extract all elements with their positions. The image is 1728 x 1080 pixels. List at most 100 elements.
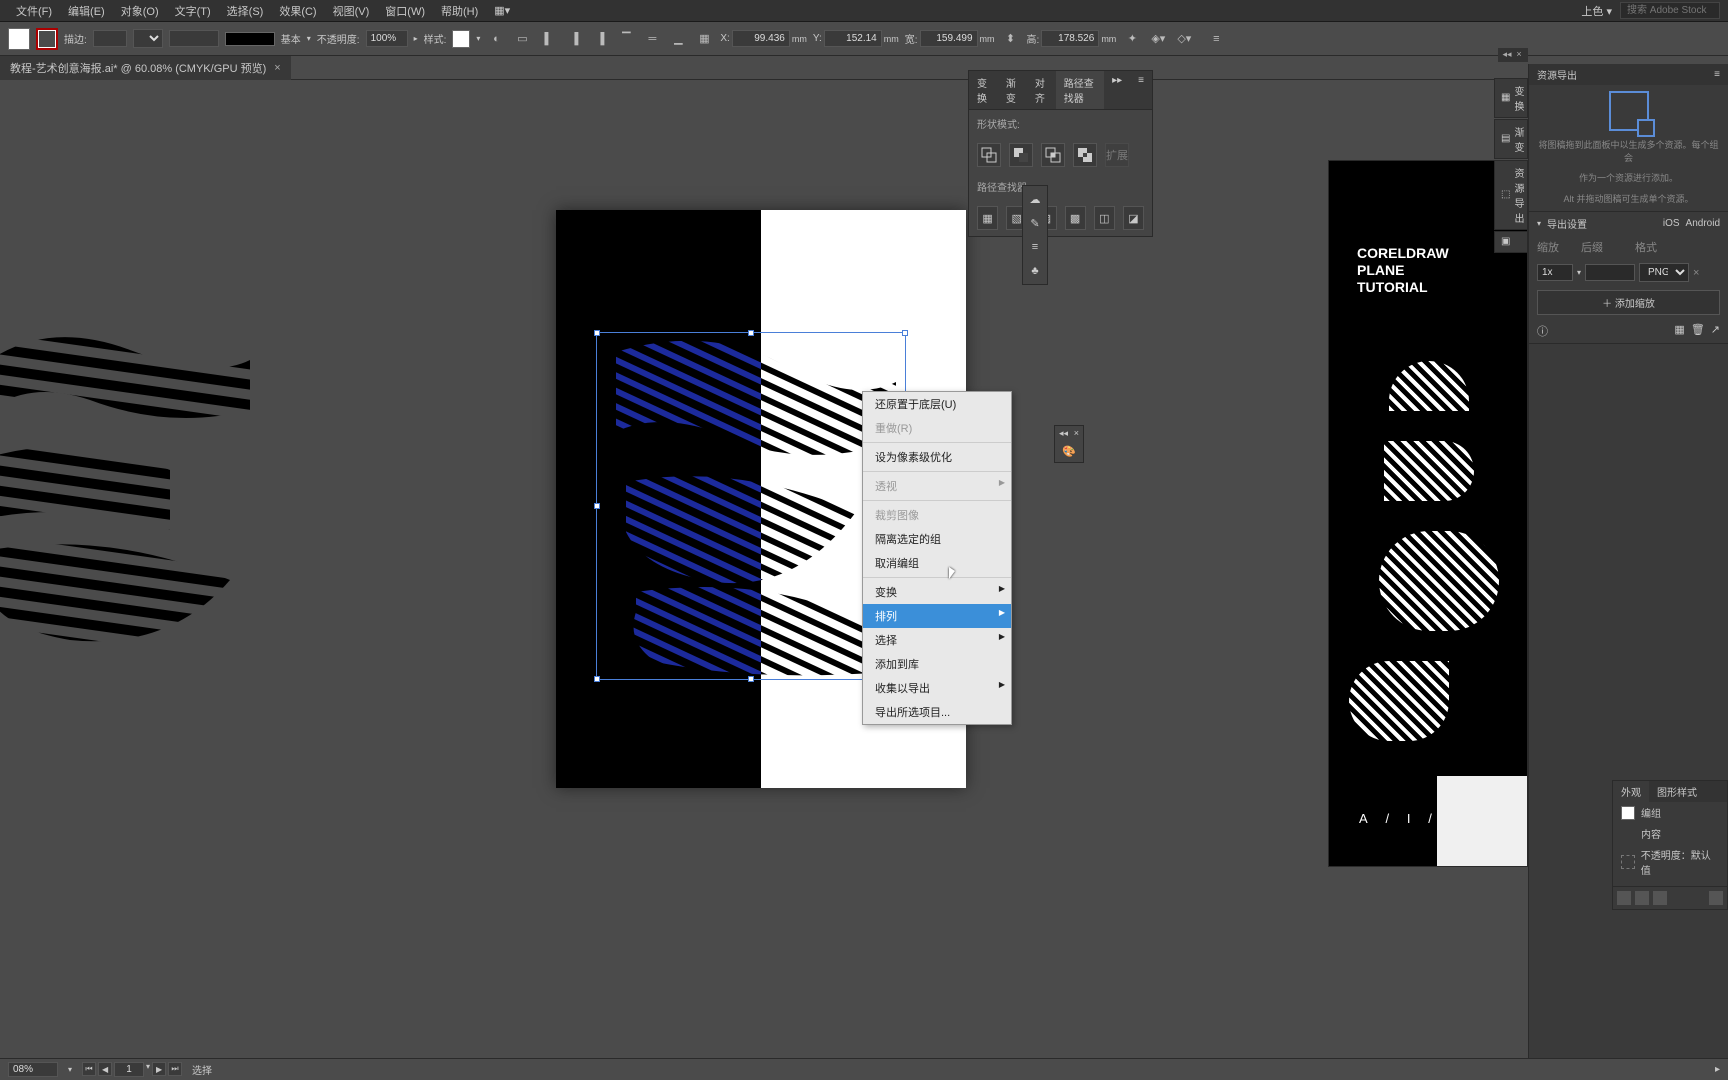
- stroke-swatch[interactable]: [36, 28, 58, 50]
- cm-transform[interactable]: 变换: [863, 580, 1011, 604]
- es-scale-input[interactable]: [1537, 264, 1573, 281]
- pf-tab-pathfinder[interactable]: 路径查找器: [1056, 71, 1104, 109]
- clover-icon[interactable]: ♣: [1026, 262, 1044, 280]
- extra-icon[interactable]: ◇▾: [1174, 29, 1194, 49]
- menu-window[interactable]: 窗口(W): [377, 1, 433, 21]
- pf-unite-icon[interactable]: [977, 143, 1001, 167]
- fill-swatch[interactable]: [8, 28, 30, 50]
- selection-handle-s[interactable]: [748, 676, 754, 682]
- variable-width-input[interactable]: [169, 30, 219, 47]
- add-scale-button[interactable]: ＋ 添加缩放: [1537, 290, 1720, 315]
- y-input[interactable]: [824, 30, 882, 47]
- document-tab-close-icon[interactable]: ×: [274, 62, 280, 74]
- align-top-icon[interactable]: ▔: [616, 29, 636, 49]
- align-bottom-icon[interactable]: ▁: [668, 29, 688, 49]
- cm-select[interactable]: 选择: [863, 628, 1011, 652]
- menu-edit[interactable]: 编辑(E): [60, 1, 113, 21]
- list-icon[interactable]: ≡: [1026, 238, 1044, 256]
- align-left-icon[interactable]: ▌: [538, 29, 558, 49]
- es-grid-icon[interactable]: ▦: [1674, 323, 1684, 339]
- collapsed-tab-transform[interactable]: ▦变换: [1494, 78, 1528, 118]
- pf-tab-gradient[interactable]: 渐变: [998, 71, 1027, 109]
- es-suffix-input[interactable]: [1585, 264, 1635, 281]
- ap-effect-icon[interactable]: [1653, 891, 1667, 905]
- status-scroll-arrow-icon[interactable]: ▸: [1715, 1064, 1720, 1075]
- pf-tab-align[interactable]: 对齐: [1027, 71, 1056, 109]
- es-remove-row-icon[interactable]: ×: [1693, 267, 1699, 279]
- isolate-icon[interactable]: ◈▾: [1148, 29, 1168, 49]
- cm-pixel-perfect[interactable]: 设为像素级优化: [863, 445, 1011, 469]
- zoom-level-input[interactable]: [8, 1062, 58, 1077]
- w-input[interactable]: [920, 30, 978, 47]
- last-artboard-button[interactable]: ⏭: [168, 1062, 182, 1076]
- ap-tab-appearance[interactable]: 外观: [1613, 781, 1649, 802]
- cm-ungroup[interactable]: 取消编组: [863, 551, 1011, 575]
- transform-panel-icon[interactable]: ▦: [694, 29, 714, 49]
- pasteboard-artwork[interactable]: [0, 320, 270, 660]
- menu-file[interactable]: 文件(F): [8, 1, 60, 21]
- pf-collapse-icon[interactable]: ▸▸: [1104, 71, 1130, 109]
- asset-export-menu-icon[interactable]: ≡: [1714, 69, 1720, 80]
- menu-type[interactable]: 文字(T): [167, 1, 219, 21]
- collapsed-tab-asset-export[interactable]: ⬚资源导出: [1494, 160, 1528, 230]
- pf-menu-icon[interactable]: ≡: [1130, 71, 1152, 109]
- style-swatch[interactable]: [452, 30, 470, 48]
- es-format-select[interactable]: PNG: [1639, 263, 1689, 282]
- opacity-input[interactable]: [366, 30, 408, 47]
- es-export-icon[interactable]: ↗: [1711, 323, 1720, 339]
- collapsed-tab-gradient[interactable]: ▤渐变: [1494, 119, 1528, 159]
- menu-object[interactable]: 对象(O): [113, 1, 167, 21]
- recolor-icon[interactable]: ◐: [486, 29, 506, 49]
- es-disclosure-icon[interactable]: ▾: [1537, 219, 1541, 228]
- selection-bounding-box[interactable]: [596, 332, 906, 680]
- h-input[interactable]: [1041, 30, 1099, 47]
- stroke-weight-input[interactable]: [93, 30, 127, 47]
- selection-handle-n[interactable]: [748, 330, 754, 336]
- align-right-icon[interactable]: ▐: [590, 29, 610, 49]
- mini-collapse-icon[interactable]: ◂◂: [1059, 428, 1068, 439]
- cm-add-to-library[interactable]: 添加到库: [863, 652, 1011, 676]
- selection-handle-ne[interactable]: [902, 330, 908, 336]
- pf-outline-icon[interactable]: ◫: [1094, 206, 1115, 230]
- prev-artboard-button[interactable]: ◀: [98, 1062, 112, 1076]
- brush-shortcut-icon[interactable]: ✎: [1026, 214, 1044, 232]
- pf-exclude-icon[interactable]: [1073, 143, 1097, 167]
- ap-new-fill-icon[interactable]: [1617, 891, 1631, 905]
- cm-collect-export[interactable]: 收集以导出: [863, 676, 1011, 700]
- stroke-profile-preview[interactable]: [225, 32, 275, 46]
- next-artboard-button[interactable]: ▶: [152, 1062, 166, 1076]
- ap-new-stroke-icon[interactable]: [1635, 891, 1649, 905]
- ap-fx-icon[interactable]: [1709, 891, 1723, 905]
- ios-preset[interactable]: iOS: [1663, 218, 1680, 229]
- mini-close-icon[interactable]: ×: [1074, 428, 1079, 439]
- align-hcenter-icon[interactable]: ▐: [564, 29, 584, 49]
- menu-arrange-docs-icon[interactable]: ▦▾: [486, 2, 518, 19]
- menu-select[interactable]: 选择(S): [219, 1, 272, 21]
- es-delete-icon[interactable]: 🗑: [1691, 323, 1705, 339]
- pf-divide-icon[interactable]: ▦: [977, 206, 998, 230]
- panel-menu-icon[interactable]: ≡: [1206, 29, 1226, 49]
- document-tab[interactable]: 教程-艺术创意海报.ai* @ 60.08% (CMYK/GPU 预览) ×: [0, 56, 291, 80]
- selection-handle-nw[interactable]: [594, 330, 600, 336]
- selection-handle-sw[interactable]: [594, 676, 600, 682]
- android-preset[interactable]: Android: [1686, 218, 1720, 229]
- selection-handle-w[interactable]: [594, 503, 600, 509]
- collapsed-tab-generic[interactable]: ▣: [1494, 231, 1528, 253]
- cm-export-selection[interactable]: 导出所选项目...: [863, 700, 1011, 724]
- ap-opacity-icon[interactable]: [1621, 855, 1635, 869]
- pf-tab-transform[interactable]: 变换: [969, 71, 998, 109]
- constrain-proportions-icon[interactable]: ⬍: [1001, 29, 1021, 49]
- artboard-number-input[interactable]: [114, 1062, 144, 1077]
- cc-cloud-icon[interactable]: ☁: [1026, 190, 1044, 208]
- cm-arrange[interactable]: 排列: [863, 604, 1011, 628]
- dock-close-icon[interactable]: ×: [1514, 49, 1524, 59]
- color-mode-dropdown[interactable]: 上色 ▾: [1573, 1, 1620, 21]
- pf-minus-back-icon[interactable]: ◪: [1123, 206, 1144, 230]
- dock-collapse-icon[interactable]: ◂◂: [1502, 49, 1512, 59]
- cm-isolate[interactable]: 隔离选定的组: [863, 527, 1011, 551]
- stroke-weight-dropdown[interactable]: [133, 29, 163, 48]
- palette-icon[interactable]: 🎨: [1062, 445, 1076, 458]
- ap-target-swatch[interactable]: [1621, 806, 1635, 820]
- align-artboard-icon[interactable]: ▭: [512, 29, 532, 49]
- menu-effect[interactable]: 效果(C): [271, 1, 324, 21]
